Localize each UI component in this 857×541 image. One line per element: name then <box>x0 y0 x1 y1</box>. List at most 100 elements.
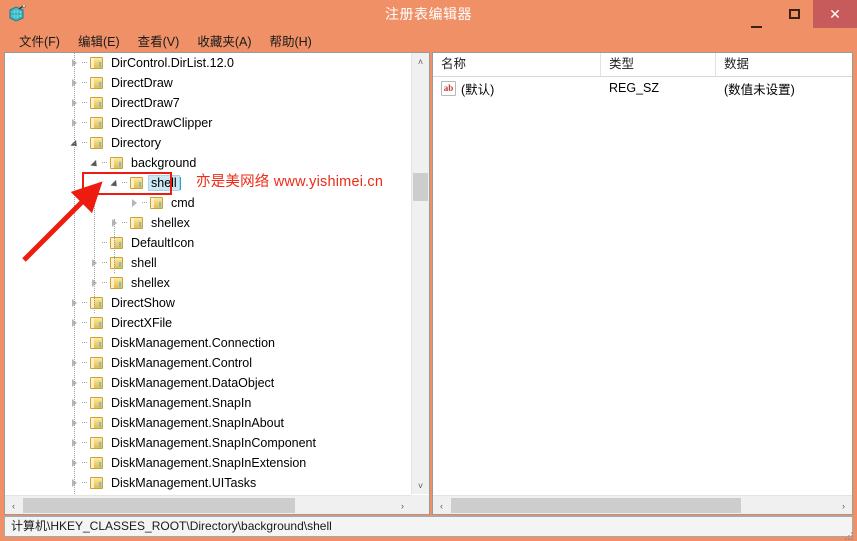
tree-item[interactable]: shell <box>5 253 411 273</box>
collapsed-twisty-icon[interactable] <box>67 413 82 433</box>
folder-icon <box>88 116 105 130</box>
menu-edit[interactable]: 编辑(E) <box>69 29 129 52</box>
values-hscroll-thumb[interactable] <box>451 498 741 513</box>
resize-grip[interactable] <box>843 528 854 540</box>
expanded-twisty-icon[interactable] <box>87 153 102 173</box>
collapsed-twisty-icon[interactable] <box>67 353 82 373</box>
collapsed-twisty-icon[interactable] <box>67 53 82 73</box>
tree-connector <box>82 122 87 124</box>
tree-item[interactable]: DirectDraw7 <box>5 93 411 113</box>
scroll-up-icon[interactable]: ˄ <box>412 53 429 70</box>
tree-item[interactable]: background <box>5 153 411 173</box>
tree-connector <box>82 102 87 104</box>
menu-favorites[interactable]: 收藏夹(A) <box>188 29 260 52</box>
collapsed-twisty-icon[interactable] <box>67 393 82 413</box>
tree-connector <box>122 182 127 184</box>
tree-item[interactable]: DiskManagement.UITasks <box>5 473 411 493</box>
tree-vscroll-thumb[interactable] <box>413 173 428 201</box>
tree-item[interactable]: DirControl.DirList.12.0 <box>5 53 411 73</box>
tree-item[interactable]: Directory <box>5 133 411 153</box>
tree-item[interactable]: DirectDraw <box>5 73 411 93</box>
collapsed-twisty-icon[interactable] <box>67 313 82 333</box>
folder-icon <box>88 436 105 450</box>
scroll-down-icon[interactable]: ˅ <box>412 477 429 494</box>
collapsed-twisty-icon[interactable] <box>67 113 82 133</box>
tree-connector <box>82 442 87 444</box>
value-data-cell: (数值未设置) <box>724 82 795 97</box>
registry-tree[interactable]: DirControl.DirList.12.0 DirectDraw DirectD… <box>5 53 411 494</box>
value-row[interactable]: ab (默认) REG_SZ (数值未设置) <box>433 77 852 99</box>
collapsed-twisty-icon[interactable] <box>87 253 102 273</box>
tree-item[interactable]: DiskManagement.Control <box>5 353 411 373</box>
tree-item[interactable]: DefaultIcon <box>5 233 411 253</box>
column-header-name[interactable]: 名称 <box>433 53 601 76</box>
tree-item[interactable]: DiskManagement.SnapInComponent <box>5 433 411 453</box>
rename-text-caret <box>179 176 181 190</box>
collapsed-twisty-icon[interactable] <box>107 213 122 233</box>
tree-hscroll-thumb[interactable] <box>23 498 295 513</box>
tree-item[interactable]: shellex <box>5 213 411 233</box>
collapsed-twisty-icon[interactable] <box>67 293 82 313</box>
folder-icon <box>88 396 105 410</box>
menu-help[interactable]: 帮助(H) <box>260 29 320 52</box>
tree-horizontal-scrollbar[interactable]: ‹ › <box>5 495 411 514</box>
tree-connector <box>82 82 87 84</box>
tree-connector <box>102 262 107 264</box>
tree-item[interactable]: DiskManagement.DataObject <box>5 373 411 393</box>
expanded-twisty-icon[interactable] <box>67 133 82 153</box>
scroll-left-icon[interactable]: ‹ <box>433 497 450 514</box>
tree-connector <box>82 422 87 424</box>
values-horizontal-scrollbar[interactable]: ‹ › <box>433 495 852 514</box>
tree-connector <box>142 202 147 204</box>
tree-item[interactable]: cmd <box>5 193 411 213</box>
tree-connector <box>82 482 87 484</box>
scroll-right-icon[interactable]: › <box>394 497 411 514</box>
collapsed-twisty-icon[interactable] <box>87 273 102 293</box>
collapsed-twisty-icon[interactable] <box>67 453 82 473</box>
tree-item[interactable]: shellex <box>5 273 411 293</box>
tree-item[interactable]: DirectXFile <box>5 313 411 333</box>
collapsed-twisty-icon[interactable] <box>67 433 82 453</box>
tree-item[interactable]: DirectShow <box>5 293 411 313</box>
tree-item[interactable]: DirectDrawClipper <box>5 113 411 133</box>
collapsed-twisty-icon[interactable] <box>67 373 82 393</box>
value-type-cell: REG_SZ <box>609 81 660 95</box>
close-button[interactable]: ✕ <box>813 0 857 28</box>
menu-file[interactable]: 文件(F) <box>10 29 69 52</box>
collapsed-twisty-icon[interactable] <box>67 73 82 93</box>
column-header-data[interactable]: 数据 <box>716 53 852 76</box>
tree-item-label: DiskManagement.UITasks <box>111 476 257 490</box>
folder-icon <box>88 336 105 350</box>
tree-item[interactable]: DiskManagement.SnapIn <box>5 393 411 413</box>
folder-icon <box>108 256 125 270</box>
tree-item[interactable]: DiskManagement.SnapInAbout <box>5 413 411 433</box>
tree-item-label: shell <box>148 175 180 191</box>
tree-vertical-scrollbar[interactable]: ˄ ˅ <box>411 53 429 494</box>
tree-connector <box>82 362 87 364</box>
scroll-left-icon[interactable]: ‹ <box>5 497 22 514</box>
tree-item[interactable]: shell <box>5 173 411 193</box>
collapsed-twisty-icon[interactable] <box>67 473 82 493</box>
close-icon: ✕ <box>829 5 841 22</box>
tree-item[interactable]: DiskManagement.Connection <box>5 333 411 353</box>
title-bar[interactable]: 注册表编辑器 ✕ <box>0 0 857 28</box>
maximize-button[interactable] <box>775 0 813 28</box>
column-header-type[interactable]: 类型 <box>601 53 716 76</box>
tree-item-label: Directory <box>111 136 162 150</box>
tree-item[interactable]: DiskManagement.SnapInExtension <box>5 453 411 473</box>
collapsed-twisty-icon[interactable] <box>127 193 142 213</box>
expanded-twisty-icon[interactable] <box>107 173 122 193</box>
menu-view[interactable]: 查看(V) <box>129 29 189 52</box>
tree-connector <box>82 382 87 384</box>
folder-icon <box>88 96 105 110</box>
tree-connector <box>82 62 87 64</box>
collapsed-twisty-icon[interactable] <box>67 93 82 113</box>
tree-item-label: DirectShow <box>111 296 175 310</box>
scroll-right-icon[interactable]: › <box>835 497 852 514</box>
